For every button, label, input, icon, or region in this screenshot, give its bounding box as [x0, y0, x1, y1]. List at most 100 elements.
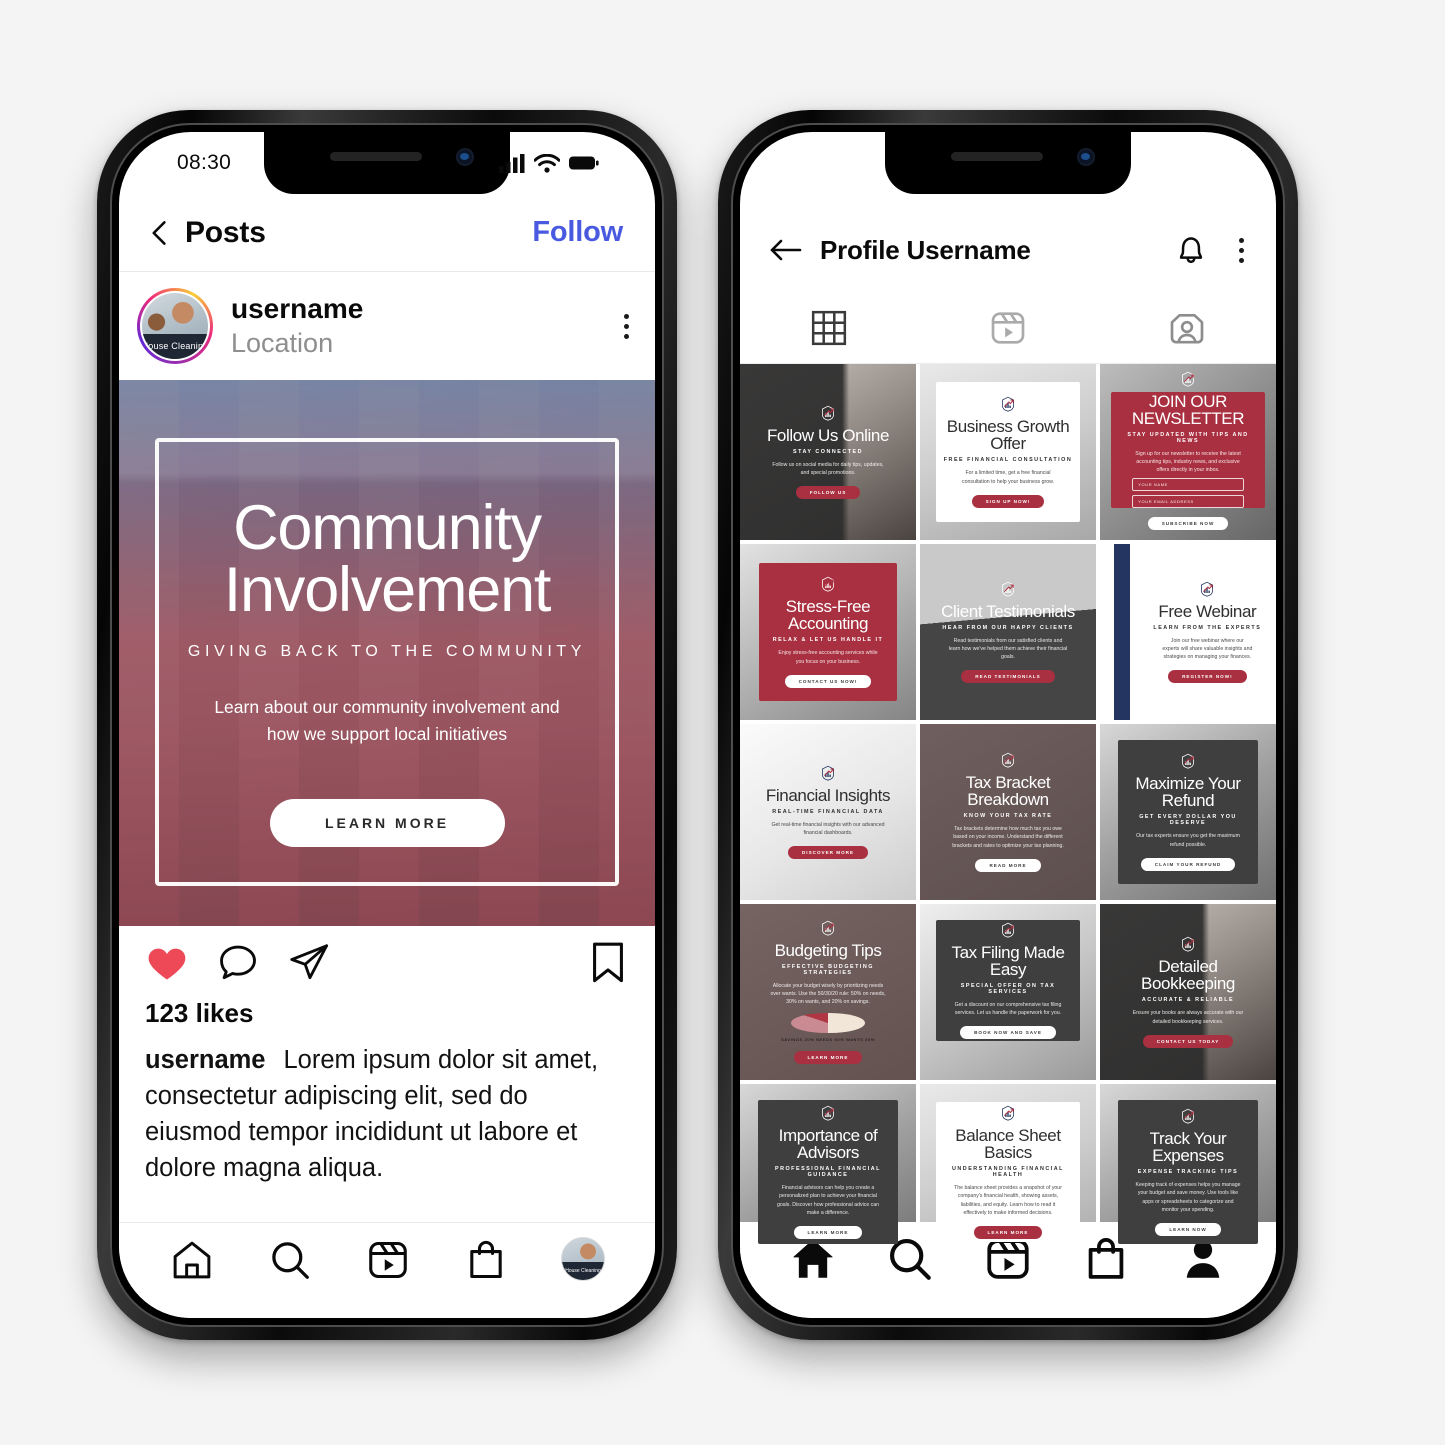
grid-post-tile[interactable]: Budgeting Tips EFFECTIVE BUDGETING STRAT… [740, 904, 916, 1080]
tile-content: Tax Filing Made Easy SPECIAL OFFER ON TA… [920, 904, 1096, 1080]
grid-post-tile[interactable]: Tax Bracket Breakdown KNOW YOUR TAX RATE… [920, 724, 1096, 900]
phone-screen-posts: 08:30 Posts Follow House Cleaning userna… [119, 132, 655, 1318]
pie-legend: SAVINGS 20% NEEDS 50% WANTS 30% [781, 1037, 875, 1043]
nav-avatar-band: House Cleaning [562, 1262, 604, 1280]
home-icon[interactable] [169, 1237, 215, 1283]
kebab-menu-icon[interactable] [624, 313, 629, 339]
tile-content: Detailed Bookkeeping ACCURATE & RELIABLE… [1100, 904, 1276, 1080]
shopping-bag-icon[interactable] [463, 1237, 509, 1283]
post-username[interactable]: username [231, 293, 363, 325]
tile-overlay-card: Importance of Advisors PROFESSIONAL FINA… [757, 1099, 899, 1245]
tile-body-text: Ensure your books are always accurate wi… [1132, 1010, 1244, 1025]
tile-body-text: Follow us on social media for daily tips… [772, 461, 884, 476]
grid-post-tile[interactable]: Stress-Free Accounting RELAX & LET US HA… [740, 544, 916, 720]
tile-subtitle: ACCURATE & RELIABLE [1141, 997, 1235, 1004]
tile-overlay-card: Stress-Free Accounting RELAX & LET US HA… [759, 563, 897, 701]
tile-title: Stress-Free Accounting [785, 597, 871, 634]
tile-cta-button[interactable]: SUBSCRIBE NOW [1147, 516, 1229, 530]
tile-cta-button[interactable]: READ TESTIMONIALS [961, 670, 1055, 684]
tile-overlay-card: Detailed Bookkeeping ACCURATE & RELIABLE… [1111, 915, 1266, 1070]
bookmark-icon[interactable] [587, 940, 629, 986]
follow-button[interactable]: Follow [532, 216, 623, 249]
profile-tabs [740, 292, 1276, 364]
grid-post-tile[interactable]: Financial Insights REAL-TIME FINANCIAL D… [740, 724, 916, 900]
tile-cta-button[interactable]: CONTACT US NOW! [784, 674, 872, 688]
tile-cta-button[interactable]: LEARN MORE [973, 1225, 1043, 1239]
tile-cta-button[interactable]: READ MORE [975, 858, 1041, 872]
search-icon[interactable] [267, 1237, 313, 1283]
kebab-menu-icon[interactable] [1239, 237, 1244, 263]
tile-cta-button[interactable]: LEARN MORE [793, 1225, 863, 1239]
grid-post-tile[interactable]: Balance Sheet Basics UNDERSTANDING FINAN… [920, 1084, 1096, 1260]
tile-cta-button[interactable]: LEARN MORE [793, 1051, 863, 1065]
tile-body-text: Get real-time financial insights with ou… [771, 821, 885, 836]
post-title-line-1: Community [233, 493, 542, 563]
post-image[interactable]: Community Involvement GIVING BACK TO THE… [119, 380, 655, 926]
tile-brand-logo [1000, 752, 1016, 769]
newsletter-field[interactable]: YOUR NAME [1132, 477, 1244, 491]
grid-post-tile[interactable]: JOIN OUR NEWSLETTER STAY UPDATED WITH TI… [1100, 364, 1276, 540]
paper-plane-icon[interactable] [287, 941, 331, 985]
tile-title: Follow Us Online [766, 425, 890, 445]
tile-cta-button[interactable]: FOLLOW US [795, 486, 861, 500]
grid-post-tile[interactable]: Detailed Bookkeeping ACCURATE & RELIABLE… [1100, 904, 1276, 1080]
brand-logo-icon [1182, 937, 1194, 953]
grid-post-tile[interactable]: Tax Filing Made Easy SPECIAL OFFER ON TA… [920, 904, 1096, 1080]
tile-subtitle: SPECIAL OFFER ON TAX SERVICES [960, 983, 1056, 995]
tile-content: Client Testimonials HEAR FROM OUR HAPPY … [920, 544, 1096, 720]
tile-brand-logo [1180, 936, 1196, 953]
tile-cta-button[interactable]: SIGN UP NOW! [971, 494, 1045, 508]
tile-body-text: Our tax experts ensure you get the maxim… [1136, 833, 1240, 848]
comment-icon[interactable] [216, 941, 260, 985]
grid-post-tile[interactable]: Maximize Your Refund GET EVERY DOLLAR YO… [1100, 724, 1276, 900]
tile-cta-button[interactable]: BOOK NOW AND SAVE [960, 1026, 1056, 1040]
tile-subtitle: REAL-TIME FINANCIAL DATA [772, 808, 884, 815]
avatar-story-ring[interactable]: House Cleaning [137, 288, 213, 364]
reels-icon[interactable] [365, 1237, 411, 1283]
grid-post-tile[interactable]: Client Testimonials HEAR FROM OUR HAPPY … [920, 544, 1096, 720]
chevron-left-icon[interactable] [145, 218, 175, 248]
tile-title: Track Your Expenses [1149, 1129, 1227, 1166]
tab-grid[interactable] [740, 308, 919, 348]
avatar-caption: House Cleaning [142, 341, 208, 352]
tile-body-text: Get a discount on our comprehensive tax … [954, 1002, 1062, 1017]
post-description: Learn about our community involvement an… [214, 697, 560, 744]
grid-post-tile[interactable]: Importance of Advisors PROFESSIONAL FINA… [740, 1084, 916, 1260]
nav-avatar-caption: House Cleaning [565, 1268, 601, 1275]
profile-top-actions [1173, 231, 1244, 269]
learn-more-button[interactable]: LEARN MORE [269, 798, 505, 847]
avatar: House Cleaning [142, 293, 208, 359]
grid-post-tile[interactable]: Free Webinar LEARN FROM THE EXPERTS Join… [1100, 544, 1276, 720]
grid-post-tile[interactable]: Business Growth Offer FREE FINANCIAL CON… [920, 364, 1096, 540]
bell-icon[interactable] [1173, 231, 1209, 269]
tab-reels[interactable] [919, 308, 1098, 348]
newsletter-field[interactable]: YOUR EMAIL ADDRESS [1132, 494, 1244, 508]
tile-content: JOIN OUR NEWSLETTER STAY UPDATED WITH TI… [1100, 364, 1276, 540]
tab-tagged[interactable] [1097, 308, 1276, 348]
nav-profile-avatar[interactable]: House Cleaning [561, 1237, 605, 1281]
grid-post-tile[interactable]: Follow Us Online STAY CONNECTED Follow u… [740, 364, 916, 540]
tile-cta-button[interactable]: DISCOVER MORE [787, 846, 869, 860]
page-title: Posts [185, 215, 266, 249]
caption-username[interactable]: username [145, 1046, 265, 1074]
grid-post-tile[interactable]: Track Your Expenses EXPENSE TRACKING TIP… [1100, 1084, 1276, 1260]
avatar-caption-band: House Cleaning [142, 333, 208, 359]
tile-title: Client Testimonials [941, 601, 1075, 621]
arrow-left-icon[interactable] [770, 237, 804, 263]
tile-brand-logo [1000, 581, 1016, 597]
tile-cta-button[interactable]: CONTACT US TODAY [1142, 1034, 1234, 1048]
brand-logo-icon [822, 920, 834, 936]
wifi-icon [534, 153, 560, 173]
tile-cta-button[interactable]: REGISTER NOW! [1168, 670, 1247, 684]
tile-cta-button[interactable]: CLAIM YOUR REFUND [1140, 857, 1236, 871]
tile-content: Tax Bracket Breakdown KNOW YOUR TAX RATE… [920, 724, 1096, 900]
tile-cta-button[interactable]: LEARN NOW [1155, 1222, 1221, 1236]
brand-logo-icon [822, 577, 834, 593]
earpiece-speaker [950, 152, 1043, 161]
heart-icon-filled[interactable] [145, 941, 189, 985]
post-image-content: Community Involvement GIVING BACK TO THE… [119, 380, 655, 926]
profile-post-grid: Follow Us Online STAY CONNECTED Follow u… [740, 364, 1276, 1260]
phone-bezel: 08:30 Posts Follow House Cleaning userna… [110, 123, 664, 1327]
likes-count[interactable]: 123 likes [119, 990, 655, 1029]
post-location[interactable]: Location [231, 327, 363, 359]
